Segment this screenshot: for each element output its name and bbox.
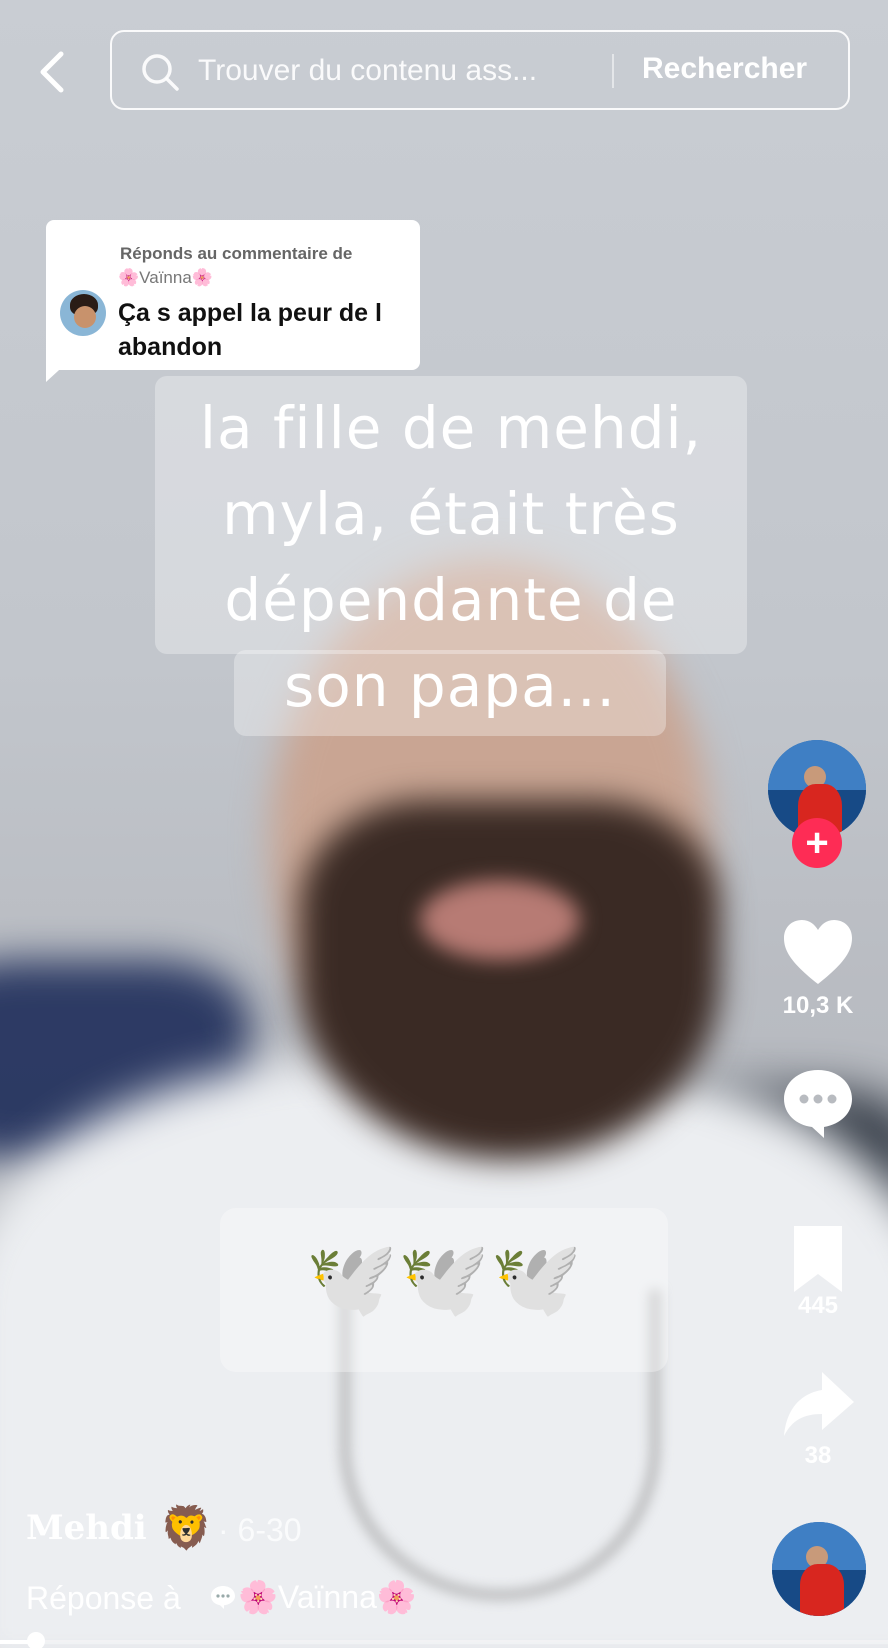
caption-line: myla, était très: [222, 480, 680, 548]
reply-comment-card[interactable]: Réponds au commentaire de 🌸Vaïnna🌸 Ça s …: [46, 220, 420, 370]
sound-avatar[interactable]: [772, 1522, 866, 1616]
bookmark-icon[interactable]: [780, 1220, 856, 1296]
follow-button[interactable]: +: [792, 818, 842, 868]
comment-bubble-icon[interactable]: [780, 1064, 856, 1140]
caption-line: la fille de mehdi,: [199, 394, 703, 462]
search-divider: [612, 54, 614, 88]
share-arrow-icon[interactable]: [780, 1366, 856, 1442]
author-emoji: 🦁: [160, 1504, 213, 1551]
reply-to-user-link[interactable]: 🌸Vaïnna🌸: [238, 1578, 417, 1616]
comment-bubble-icon: [211, 1586, 235, 1609]
reply-comment-text: Ça s appel la peur de l abandon: [118, 299, 382, 361]
caption-line: dépendante de: [224, 566, 678, 634]
search-button[interactable]: Rechercher: [642, 52, 807, 86]
like-count: 10,3 K: [782, 992, 854, 1019]
heart-icon[interactable]: [780, 916, 856, 992]
search-bar[interactable]: Trouver du contenu ass... Rechercher: [110, 30, 850, 110]
search-input[interactable]: Trouver du contenu ass...: [198, 54, 537, 88]
top-bar: Trouver du contenu ass... Rechercher: [0, 0, 888, 140]
emoji-caption-box: 🕊️🕊️🕊️: [220, 1208, 668, 1372]
reply-heading: Réponds au commentaire de: [120, 244, 353, 263]
back-button[interactable]: [30, 46, 74, 98]
search-icon: [142, 54, 179, 91]
chevron-left-icon: [40, 51, 64, 93]
author-name[interactable]: Mehdi: [26, 1508, 147, 1548]
save-count: 445: [797, 1292, 839, 1319]
share-count: 38: [804, 1442, 832, 1469]
post-date: · 6-30: [218, 1512, 302, 1548]
caption-line: son papa...: [284, 652, 616, 720]
dove-emoji-caption: 🕊️🕊️🕊️: [305, 1237, 583, 1320]
progress-scrubber[interactable]: [26, 1632, 45, 1650]
progress-track[interactable]: [0, 1640, 888, 1644]
commenter-avatar: [60, 290, 106, 336]
reply-to-label: Réponse à: [26, 1580, 181, 1616]
reply-card-tail: [46, 360, 70, 382]
reply-username: 🌸Vaïnna🌸: [118, 268, 213, 287]
